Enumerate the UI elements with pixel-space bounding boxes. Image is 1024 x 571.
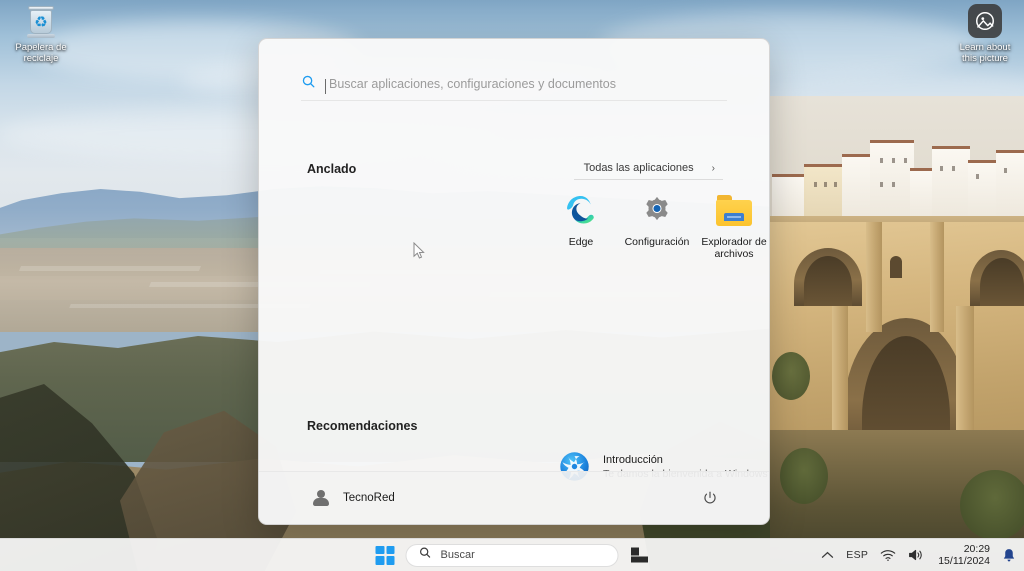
edge-icon xyxy=(543,189,619,231)
start-search-row[interactable]: Buscar aplicaciones, configuraciones y d… xyxy=(301,67,727,101)
taskbar-clock[interactable]: 20:29 15/11/2024 xyxy=(938,543,990,567)
chevron-right-icon: › xyxy=(711,162,715,174)
search-icon xyxy=(419,546,432,564)
folder-icon xyxy=(696,189,769,231)
recommendation-title: Introducción xyxy=(603,453,663,466)
desktop-icon-label-line2: reciclaje xyxy=(23,53,59,64)
pinned-app-label: Edge xyxy=(568,236,594,248)
bell-icon xyxy=(1003,548,1015,561)
volume-icon xyxy=(909,549,922,561)
all-apps-label: Todas las aplicaciones xyxy=(583,162,694,174)
pinned-app-configuracion[interactable]: Configuración xyxy=(619,189,695,248)
notifications-button[interactable] xyxy=(1002,548,1016,563)
pinned-app-edge[interactable]: Edge xyxy=(543,189,619,248)
desktop-icon-label-line1: Papelera de xyxy=(15,42,67,53)
desktop-icon-recycle-bin[interactable]: ♻ Papelera de reciclaje xyxy=(4,6,78,64)
desktop-icon-spotlight[interactable]: Learn about this picture xyxy=(948,4,1022,64)
all-apps-button[interactable]: Todas las aplicaciones › xyxy=(573,159,723,180)
clock-date: 15/11/2024 xyxy=(938,555,990,567)
pinned-app-label: Explorador de archivos xyxy=(696,236,769,260)
windows-logo-icon xyxy=(375,545,384,554)
pinned-app-label: Configuración xyxy=(624,236,690,248)
start-search-placeholder: Buscar aplicaciones, configuraciones y d… xyxy=(329,76,616,91)
desktop-icon-label-line2: this picture xyxy=(962,53,1008,64)
cliff-vegetation xyxy=(960,470,1024,540)
start-menu-panel: Buscar aplicaciones, configuraciones y d… xyxy=(258,38,770,525)
start-menu-footer: TecnoRed xyxy=(259,471,769,524)
taskbar-center-group: Buscar xyxy=(375,543,649,567)
ronda-town xyxy=(770,96,1024,226)
spotlight-image-icon xyxy=(968,4,1002,38)
text-caret xyxy=(325,78,326,94)
wifi-icon xyxy=(880,549,896,561)
search-icon xyxy=(301,74,316,94)
task-view-button[interactable] xyxy=(630,547,649,564)
taskbar-search-box[interactable]: Buscar xyxy=(405,543,619,567)
pinned-app-label-line2: archivos xyxy=(714,248,754,260)
user-account-button[interactable]: TecnoRed xyxy=(311,489,395,508)
desktop-screen: ♻ Papelera de reciclaje Learn about this… xyxy=(0,0,1024,571)
recommendations-section-heading: Recomendaciones xyxy=(307,419,418,433)
system-tray: ESP 20:29 15/11/2024 xyxy=(821,543,1016,567)
gear-icon xyxy=(619,189,695,231)
start-button[interactable] xyxy=(375,545,395,565)
power-button[interactable] xyxy=(699,487,721,509)
pinned-app-label-line1: Explorador de xyxy=(701,236,767,248)
pinned-app-explorador-de-archivos[interactable]: Explorador de archivos xyxy=(696,189,769,260)
taskbar-search-label: Buscar xyxy=(440,549,475,561)
cliff-vegetation xyxy=(772,352,810,400)
taskbar: Buscar ESP 20:29 15/11/2024 xyxy=(0,538,1024,571)
account-icon xyxy=(311,489,330,508)
pinned-section-heading: Anclado xyxy=(307,162,357,176)
tray-wifi-button[interactable] xyxy=(880,549,896,562)
cliff-vegetation xyxy=(780,448,828,504)
tray-language-indicator[interactable]: ESP xyxy=(846,549,868,561)
start-search-input[interactable]: Buscar aplicaciones, configuraciones y d… xyxy=(325,76,727,94)
desktop-icon-label-line1: Learn about xyxy=(959,42,1011,53)
power-icon xyxy=(704,491,716,504)
user-name-label: TecnoRed xyxy=(343,492,395,504)
tray-volume-button[interactable] xyxy=(908,548,924,562)
chevron-up-icon xyxy=(822,551,834,558)
recycle-bin-icon: ♻ xyxy=(26,6,56,38)
clock-time: 20:29 xyxy=(963,543,990,555)
tray-overflow-button[interactable] xyxy=(821,551,834,560)
task-view-icon xyxy=(630,547,648,563)
